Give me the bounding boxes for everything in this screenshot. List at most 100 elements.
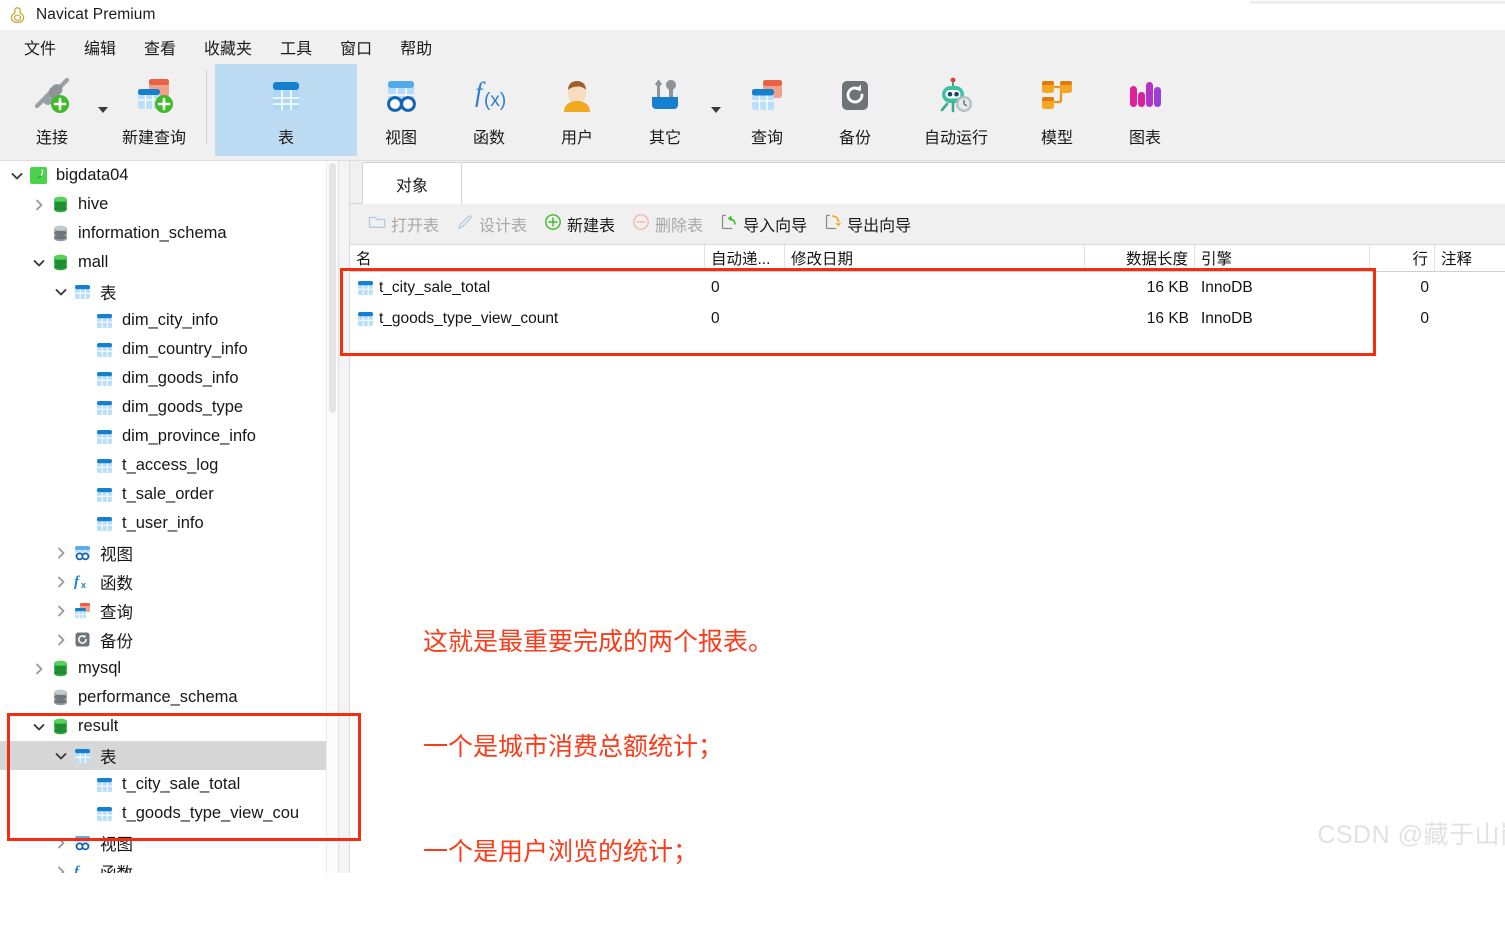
toolbar-button-other[interactable]: 其它: [621, 64, 709, 156]
tree-node-mall[interactable]: mall: [0, 248, 338, 277]
tree-twisty-down-icon[interactable]: [28, 720, 50, 734]
tree-node-dim_province_info[interactable]: dim_province_info: [0, 422, 338, 451]
toolbar-button-table[interactable]: 表: [215, 64, 357, 156]
annotation-text: 这就是最重要完成的两个报表。 一个是城市消费总额统计； 一个是用户浏览的统计；: [423, 555, 773, 940]
tree-node-label: 查询: [100, 603, 133, 622]
tree-node-result[interactable]: result: [0, 712, 338, 741]
tree-node-hive[interactable]: hive: [0, 190, 338, 219]
grid-column-header[interactable]: 数据长度: [1085, 245, 1195, 271]
tree-node-performance_schema[interactable]: performance_schema: [0, 683, 338, 712]
grid-cell-text: 0: [711, 309, 720, 327]
tree-node-函数[interactable]: fx 函数: [0, 567, 338, 596]
tree-node-t_access_log[interactable]: t_access_log: [0, 451, 338, 480]
database-green-icon: [50, 253, 71, 272]
tree-twisty-right-icon[interactable]: [50, 836, 72, 850]
toolbar-button-automation[interactable]: 自动运行: [899, 64, 1013, 156]
grid-column-header[interactable]: 注释: [1435, 245, 1505, 271]
menu-window[interactable]: 窗口: [326, 32, 386, 62]
grid-cell-comment: [1435, 272, 1505, 303]
svg-text:(x): (x): [484, 90, 506, 111]
toolbar-button-view[interactable]: 视图: [357, 64, 445, 156]
toolbar-button-query[interactable]: 查询: [723, 64, 811, 156]
menu-edit[interactable]: 编辑: [70, 32, 130, 62]
tree-node-表[interactable]: 表: [0, 741, 338, 770]
grid-column-label: 注释: [1441, 251, 1473, 268]
connection-dropdown-caret-icon[interactable]: [96, 64, 110, 148]
tree-node-t_city_sale_total[interactable]: t_city_sale_total: [0, 770, 338, 799]
svg-text:f: f: [74, 574, 81, 590]
model-icon: [1034, 72, 1080, 120]
menu-favorites[interactable]: 收藏夹: [190, 32, 266, 62]
tree-node-label: t_city_sale_total: [122, 775, 241, 793]
function-folder-icon: fx: [72, 862, 93, 873]
other-dropdown-caret-icon[interactable]: [709, 64, 723, 148]
tree-twisty-down-icon[interactable]: [50, 285, 72, 299]
tree-node-表[interactable]: 表: [0, 277, 338, 306]
toolbar-button-connection[interactable]: 连接: [8, 64, 96, 156]
grid-column-header[interactable]: 自动递...: [705, 245, 785, 271]
tree-node-bigdata04[interactable]: bigdata04: [0, 161, 338, 190]
open-table-button[interactable]: 打开表: [360, 209, 446, 240]
menu-tools[interactable]: 工具: [266, 32, 326, 62]
tree-twisty-right-icon[interactable]: [50, 633, 72, 647]
tree-twisty-down-icon[interactable]: [28, 256, 50, 270]
database-tree[interactable]: bigdata04 hive information_schema mall 表 dim_…: [0, 161, 338, 873]
table-row[interactable]: t_goods_type_view_count 0 16 KB InnoDB 0: [350, 303, 1505, 334]
tree-twisty-down-icon[interactable]: [6, 169, 28, 183]
toolbar-button-function[interactable]: f (x) 函数: [445, 64, 533, 156]
content-area: bigdata04 hive information_schema mall 表 dim_…: [0, 161, 1505, 873]
export-wizard-button[interactable]: 导出向导: [816, 209, 918, 240]
tree-node-视图[interactable]: 视图: [0, 538, 338, 567]
tree-twisty-right-icon[interactable]: [50, 546, 72, 560]
tree-node-label: dim_province_info: [122, 427, 256, 445]
sidebar-scrollbar[interactable]: [326, 161, 338, 873]
toolbar-button-backup[interactable]: 备份: [811, 64, 899, 156]
title-bar: Navicat Premium: [0, 0, 1505, 30]
tree-node-mysql[interactable]: mysql: [0, 654, 338, 683]
tree-node-dim_goods_info[interactable]: dim_goods_info: [0, 364, 338, 393]
pane-splitter[interactable]: [338, 161, 350, 873]
delete-table-button[interactable]: 删除表: [624, 209, 710, 240]
tree-node-dim_city_info[interactable]: dim_city_info: [0, 306, 338, 335]
tree-node-dim_goods_type[interactable]: dim_goods_type: [0, 393, 338, 422]
tree-node-查询[interactable]: 查询: [0, 596, 338, 625]
grid-column-header[interactable]: 引擎: [1195, 245, 1370, 271]
grid-column-header[interactable]: 修改日期: [785, 245, 1085, 271]
object-tree-sidebar[interactable]: bigdata04 hive information_schema mall 表 dim_…: [0, 161, 338, 873]
grid-body[interactable]: t_city_sale_total 0 16 KB InnoDB 0 t_goods_ty…: [350, 272, 1505, 334]
tree-twisty-right-icon[interactable]: [28, 662, 50, 676]
annotation-line-3: 一个是用户浏览的统计；: [423, 838, 699, 866]
tree-node-label: t_goods_type_view_cou: [122, 804, 300, 822]
toolbar-button-new-query[interactable]: 新建查询: [110, 64, 198, 156]
tree-twisty-right-icon[interactable]: [28, 198, 50, 212]
toolbar-button-user[interactable]: 用户: [533, 64, 621, 156]
database-gray-icon: [50, 688, 71, 707]
grid-column-label: 修改日期: [791, 251, 854, 268]
design-table-button[interactable]: 设计表: [448, 209, 534, 240]
tree-twisty-right-icon[interactable]: [50, 604, 72, 618]
menu-view[interactable]: 查看: [130, 32, 190, 62]
menu-file[interactable]: 文件: [10, 32, 70, 62]
tree-node-视图[interactable]: 视图: [0, 828, 338, 857]
tree-node-dim_country_info[interactable]: dim_country_info: [0, 335, 338, 364]
window-title: Navicat Premium: [36, 6, 156, 23]
tree-node-information_schema[interactable]: information_schema: [0, 219, 338, 248]
import-wizard-button[interactable]: 导入向导: [712, 209, 814, 240]
toolbar-button-chart[interactable]: 图表: [1101, 64, 1189, 156]
tree-twisty-right-icon[interactable]: [50, 575, 72, 589]
sidebar-scrollbar-thumb[interactable]: [329, 163, 336, 413]
tree-twisty-down-icon[interactable]: [50, 749, 72, 763]
grid-column-header[interactable]: 行: [1370, 245, 1435, 271]
grid-column-header[interactable]: 名: [350, 245, 705, 271]
tab-objects[interactable]: 对象: [362, 162, 462, 204]
tree-node-函数[interactable]: fx 函数: [0, 857, 338, 873]
toolbar-button-model[interactable]: 模型: [1013, 64, 1101, 156]
table-row[interactable]: t_city_sale_total 0 16 KB InnoDB 0: [350, 272, 1505, 303]
tree-node-t_user_info[interactable]: t_user_info: [0, 509, 338, 538]
tree-node-备份[interactable]: 备份: [0, 625, 338, 654]
tree-twisty-right-icon[interactable]: [50, 865, 72, 873]
menu-help[interactable]: 帮助: [386, 32, 446, 62]
new-table-button[interactable]: 新建表: [536, 209, 622, 240]
tree-node-t_sale_order[interactable]: t_sale_order: [0, 480, 338, 509]
tree-node-t_goods_type_view_cou[interactable]: t_goods_type_view_cou: [0, 799, 338, 828]
